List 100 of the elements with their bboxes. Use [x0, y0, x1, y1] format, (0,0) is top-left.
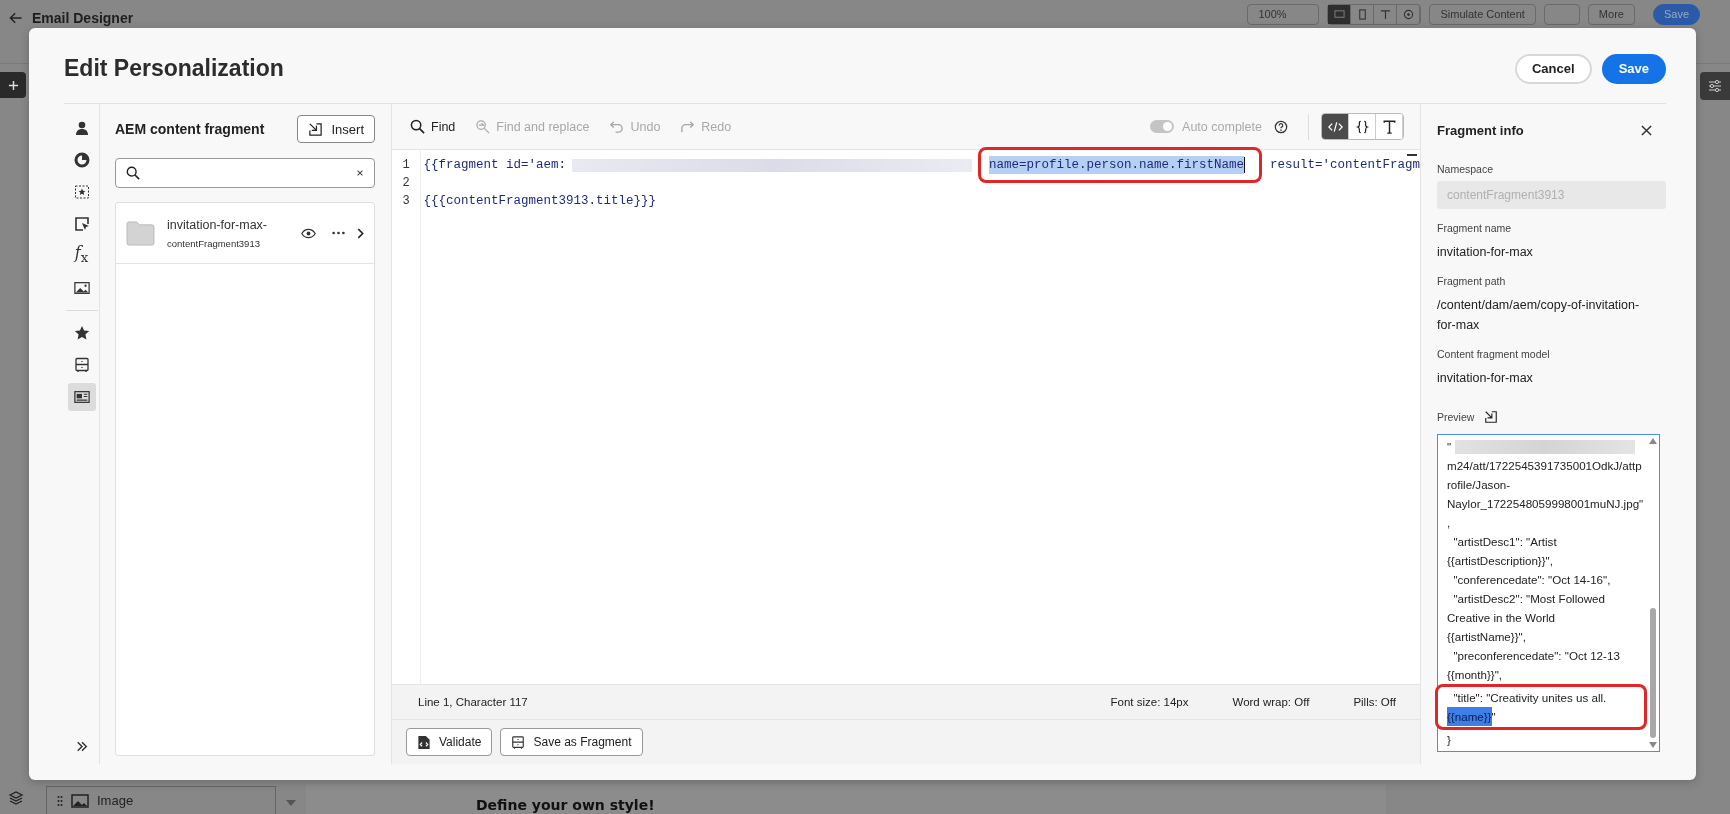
- insert-button[interactable]: Insert: [297, 115, 375, 143]
- line-number: 2: [402, 175, 410, 192]
- line-number: 3: [402, 193, 410, 210]
- editor-setting[interactable]: Font size: 14px: [1110, 696, 1189, 708]
- preview-text: ": [1447, 439, 1452, 455]
- function-icon: f$_{x}$: [74, 245, 89, 267]
- field-label: Preview: [1437, 411, 1475, 423]
- panel-title: Fragment info: [1437, 122, 1524, 138]
- more-icon[interactable]: [332, 231, 345, 235]
- open-icon[interactable]: [1484, 410, 1499, 424]
- code-text: {{fragment id='aem:: [423, 157, 566, 174]
- chevron-right-icon[interactable]: [357, 227, 364, 239]
- folder-icon: [126, 220, 155, 246]
- preview-text: "title": "Creativity unites us all.: [1452, 690, 1607, 706]
- close-icon[interactable]: [1641, 124, 1652, 136]
- field-value: /content/dam/aem/copy-of-invitation-for-max: [1437, 297, 1641, 334]
- image-icon: [73, 280, 90, 296]
- content-tab[interactable]: [67, 383, 96, 411]
- fragment-icon: [73, 357, 90, 373]
- cursor-position: Line 1, Character 117: [418, 696, 528, 708]
- cursor-icon: [73, 216, 90, 232]
- sliders-icon: [1707, 78, 1723, 94]
- braces-icon: [1354, 119, 1370, 134]
- text-cursor: [1243, 157, 1246, 173]
- fragment-id: contentFragment3913: [167, 237, 261, 249]
- save-as-fragment-button[interactable]: Save as Fragment: [500, 728, 643, 756]
- back-arrow-icon[interactable]: [8, 10, 24, 26]
- field-label: Content fragment model: [1437, 348, 1551, 360]
- more-button[interactable]: More: [1587, 4, 1635, 25]
- preview-text: {{artistName}}",: [1447, 629, 1526, 645]
- save-button[interactable]: Save: [1601, 53, 1666, 84]
- clear-icon[interactable]: [356, 169, 364, 177]
- field-label: Fragment name: [1437, 222, 1513, 234]
- canvas-heading: Define your own style!: [476, 796, 655, 814]
- search-field[interactable]: [115, 158, 375, 188]
- eye-icon[interactable]: [301, 227, 316, 239]
- scroll-down-icon[interactable]: [1649, 742, 1657, 748]
- content-card-icon: [73, 389, 90, 405]
- image-icon: [71, 793, 89, 808]
- code-view-button[interactable]: [1322, 114, 1349, 139]
- preview-text: "artistDesc1": "Artist: [1452, 534, 1557, 550]
- desktop-icon: [1333, 9, 1345, 20]
- layers-icon[interactable]: [8, 790, 24, 806]
- cancel-button[interactable]: Cancel: [1515, 53, 1592, 84]
- preview-text: }: [1447, 732, 1451, 748]
- fragment-name[interactable]: invitation-for-max-: [167, 217, 293, 232]
- zoom-dropdown[interactable]: 100%: [1247, 4, 1320, 25]
- panel-title: AEM content fragment: [115, 121, 265, 137]
- plus-icon: [7, 79, 19, 91]
- preview-text: {{month}}",: [1447, 667, 1503, 683]
- validate-button[interactable]: Validate: [406, 728, 493, 756]
- expand-icon[interactable]: [75, 741, 88, 752]
- code-text: {{{contentFragment3913.title}}}: [423, 193, 656, 210]
- eye-icon: [1402, 9, 1414, 20]
- phone-icon: [1356, 9, 1368, 20]
- function-tab[interactable]: f$_{x}$: [67, 242, 96, 270]
- preview-text: ,: [1447, 515, 1451, 531]
- text-view-button[interactable]: [1376, 114, 1403, 139]
- editor-setting[interactable]: Word wrap: Off: [1232, 696, 1310, 708]
- preview-text: rofile/Jason-: [1447, 477, 1511, 493]
- search-icon: [410, 119, 425, 134]
- help-icon[interactable]: [1274, 119, 1288, 134]
- preview-text: Creative in the World: [1447, 610, 1556, 626]
- code-icon: [1327, 119, 1343, 134]
- scrollbar: [1407, 154, 1417, 156]
- preview-text: ": [1491, 709, 1496, 725]
- field-value: invitation-for-max: [1437, 370, 1534, 387]
- preview-text: {{name}}: [1447, 707, 1492, 726]
- save-button[interactable]: Save: [1652, 4, 1700, 25]
- star-icon: [73, 325, 90, 341]
- undo-icon: [609, 119, 625, 134]
- field-label: Fragment path: [1437, 275, 1507, 287]
- insert-icon: [308, 121, 324, 137]
- view-mode-button[interactable]: [1328, 5, 1352, 24]
- redo-icon: [680, 119, 696, 134]
- drag-handle-icon[interactable]: [57, 794, 63, 807]
- preview-text: "conferencedate": "Oct 14-16",: [1452, 572, 1611, 588]
- text-icon: [1379, 9, 1391, 20]
- search-icon: [126, 166, 140, 180]
- scroll-up-icon[interactable]: [1649, 438, 1657, 444]
- text-icon: [1381, 119, 1397, 134]
- settings-button[interactable]: [1700, 72, 1730, 100]
- dialog-title: Edit Personalization: [64, 55, 284, 82]
- code-file-icon: [417, 734, 431, 750]
- simulate-content-button[interactable]: Simulate Content: [1429, 4, 1536, 25]
- preview-text: m24/att/1722545391735001OdkJ/attp: [1447, 458, 1642, 474]
- find-replace-icon: [475, 119, 491, 134]
- app-title: Email Designer: [32, 10, 134, 26]
- preview-text: "artistDesc2": "Most Followed: [1452, 591, 1605, 607]
- braces-view-button[interactable]: [1349, 114, 1376, 139]
- pie-chart-icon: [73, 152, 90, 168]
- field-label: Namespace: [1437, 163, 1495, 175]
- preview-text: "preconferencedate": "Oct 12-13: [1452, 648, 1620, 664]
- code-text: name=profile.person.name.firstName: [988, 156, 1244, 174]
- find-button[interactable]: Find: [410, 119, 456, 134]
- add-button[interactable]: [0, 72, 26, 98]
- person-icon: [73, 120, 90, 136]
- layer-item[interactable]: Image: [46, 786, 276, 814]
- editor-setting[interactable]: Pills: Off: [1353, 696, 1396, 708]
- code-text: result='contentFragm: [1268, 157, 1420, 174]
